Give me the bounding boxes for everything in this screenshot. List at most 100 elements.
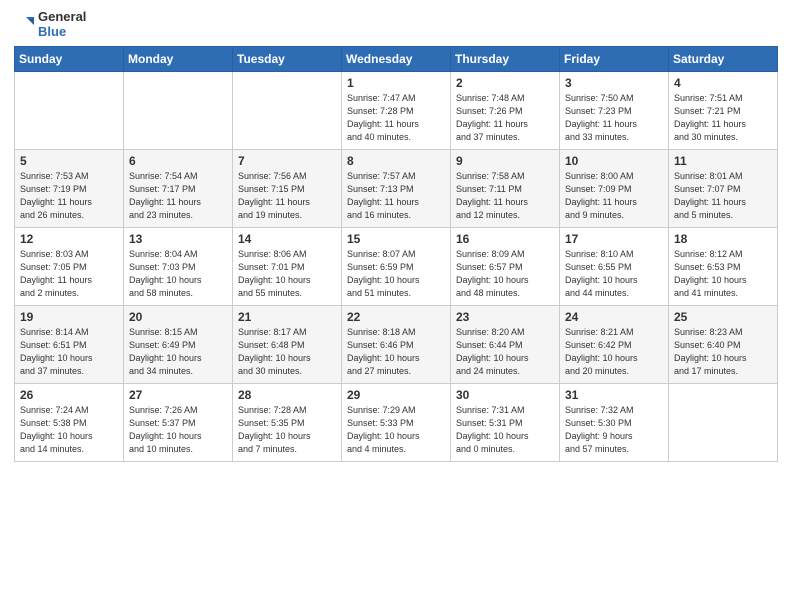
day-cell: 27Sunrise: 7:26 AM Sunset: 5:37 PM Dayli… [124,383,233,461]
day-cell: 28Sunrise: 7:28 AM Sunset: 5:35 PM Dayli… [233,383,342,461]
day-info: Sunrise: 8:07 AM Sunset: 6:59 PM Dayligh… [347,248,445,300]
day-info: Sunrise: 7:53 AM Sunset: 7:19 PM Dayligh… [20,170,118,222]
day-cell: 10 Sunrise: 8:00 AM Sunset: 7:09 PM Dayli… [560,149,669,227]
day-info: Sunrise: 7:28 AM Sunset: 5:35 PM Dayligh… [238,404,336,456]
day-cell: 1 Sunrise: 7:47 AM Sunset: 7:28 PM Daylig… [342,71,451,149]
day-number: 16 [456,232,554,246]
day-number: 10 [565,154,663,168]
day-number: 13 [129,232,227,246]
day-cell: 2 Sunrise: 7:48 AM Sunset: 7:26 PM Daylig… [451,71,560,149]
day-number: 29 [347,388,445,402]
logo-blue: Blue [38,25,86,40]
weekday-monday: Monday [124,46,233,71]
week-row-2: 5 Sunrise: 7:53 AM Sunset: 7:19 PM Daylig… [15,149,778,227]
day-info: Sunrise: 8:20 AM Sunset: 6:44 PM Dayligh… [456,326,554,378]
day-number: 31 [565,388,663,402]
day-cell: 5 Sunrise: 7:53 AM Sunset: 7:19 PM Daylig… [15,149,124,227]
day-number: 7 [238,154,336,168]
day-info: Sunrise: 8:17 AM Sunset: 6:48 PM Dayligh… [238,326,336,378]
day-number: 30 [456,388,554,402]
day-cell [233,71,342,149]
day-info: Sunrise: 7:32 AM Sunset: 5:30 PM Dayligh… [565,404,663,456]
day-cell: 24 Sunrise: 8:21 AM Sunset: 6:42 PM Dayli… [560,305,669,383]
day-info: Sunrise: 8:06 AM Sunset: 7:01 PM Dayligh… [238,248,336,300]
logo-text: General Blue [38,10,86,40]
day-number: 2 [456,76,554,90]
day-number: 23 [456,310,554,324]
day-cell: 29 Sunrise: 7:29 AM Sunset: 5:33 PM Dayli… [342,383,451,461]
day-number: 12 [20,232,118,246]
day-info: Sunrise: 7:51 AM Sunset: 7:21 PM Dayligh… [674,92,772,144]
day-cell: 25Sunrise: 8:23 AM Sunset: 6:40 PM Dayli… [669,305,778,383]
week-row-4: 19 Sunrise: 8:14 AM Sunset: 6:51 PM Dayli… [15,305,778,383]
day-number: 21 [238,310,336,324]
day-cell: 23 Sunrise: 8:20 AM Sunset: 6:44 PM Dayli… [451,305,560,383]
day-info: Sunrise: 7:47 AM Sunset: 7:28 PM Dayligh… [347,92,445,144]
page-header: General Blue [14,10,778,40]
day-info: Sunrise: 8:00 AM Sunset: 7:09 PM Dayligh… [565,170,663,222]
week-row-3: 12 Sunrise: 8:03 AM Sunset: 7:05 PM Dayli… [15,227,778,305]
day-info: Sunrise: 8:14 AM Sunset: 6:51 PM Dayligh… [20,326,118,378]
weekday-sunday: Sunday [15,46,124,71]
day-number: 8 [347,154,445,168]
weekday-saturday: Saturday [669,46,778,71]
day-cell: 7 Sunrise: 7:56 AM Sunset: 7:15 PM Daylig… [233,149,342,227]
day-cell: 9 Sunrise: 7:58 AM Sunset: 7:11 PM Daylig… [451,149,560,227]
day-info: Sunrise: 8:09 AM Sunset: 6:57 PM Dayligh… [456,248,554,300]
day-number: 9 [456,154,554,168]
day-info: Sunrise: 7:31 AM Sunset: 5:31 PM Dayligh… [456,404,554,456]
day-info: Sunrise: 8:21 AM Sunset: 6:42 PM Dayligh… [565,326,663,378]
day-number: 1 [347,76,445,90]
day-info: Sunrise: 7:58 AM Sunset: 7:11 PM Dayligh… [456,170,554,222]
week-row-1: 1 Sunrise: 7:47 AM Sunset: 7:28 PM Daylig… [15,71,778,149]
day-number: 25 [674,310,772,324]
day-info: Sunrise: 8:15 AM Sunset: 6:49 PM Dayligh… [129,326,227,378]
day-cell: 13 Sunrise: 8:04 AM Sunset: 7:03 PM Dayli… [124,227,233,305]
day-cell: 14 Sunrise: 8:06 AM Sunset: 7:01 PM Dayli… [233,227,342,305]
day-cell [669,383,778,461]
calendar-table: SundayMondayTuesdayWednesdayThursdayFrid… [14,46,778,462]
day-info: Sunrise: 7:56 AM Sunset: 7:15 PM Dayligh… [238,170,336,222]
day-cell: 18Sunrise: 8:12 AM Sunset: 6:53 PM Dayli… [669,227,778,305]
day-cell: 21 Sunrise: 8:17 AM Sunset: 6:48 PM Dayli… [233,305,342,383]
day-cell: 22 Sunrise: 8:18 AM Sunset: 6:46 PM Dayli… [342,305,451,383]
day-info: Sunrise: 8:12 AM Sunset: 6:53 PM Dayligh… [674,248,772,300]
day-info: Sunrise: 7:48 AM Sunset: 7:26 PM Dayligh… [456,92,554,144]
calendar-body: 1 Sunrise: 7:47 AM Sunset: 7:28 PM Daylig… [15,71,778,461]
weekday-header-row: SundayMondayTuesdayWednesdayThursdayFrid… [15,46,778,71]
weekday-friday: Friday [560,46,669,71]
day-cell: 26 Sunrise: 7:24 AM Sunset: 5:38 PM Dayli… [15,383,124,461]
day-cell [124,71,233,149]
day-number: 22 [347,310,445,324]
day-info: Sunrise: 7:57 AM Sunset: 7:13 PM Dayligh… [347,170,445,222]
day-cell: 3 Sunrise: 7:50 AM Sunset: 7:23 PM Daylig… [560,71,669,149]
day-cell: 20 Sunrise: 8:15 AM Sunset: 6:49 PM Dayli… [124,305,233,383]
logo: General Blue [14,10,86,40]
day-number: 5 [20,154,118,168]
day-info: Sunrise: 7:24 AM Sunset: 5:38 PM Dayligh… [20,404,118,456]
day-info: Sunrise: 7:29 AM Sunset: 5:33 PM Dayligh… [347,404,445,456]
day-info: Sunrise: 7:50 AM Sunset: 7:23 PM Dayligh… [565,92,663,144]
day-info: Sunrise: 7:54 AM Sunset: 7:17 PM Dayligh… [129,170,227,222]
day-cell: 8 Sunrise: 7:57 AM Sunset: 7:13 PM Daylig… [342,149,451,227]
weekday-thursday: Thursday [451,46,560,71]
day-info: Sunrise: 8:18 AM Sunset: 6:46 PM Dayligh… [347,326,445,378]
day-number: 3 [565,76,663,90]
day-number: 26 [20,388,118,402]
day-info: Sunrise: 7:26 AM Sunset: 5:37 PM Dayligh… [129,404,227,456]
day-number: 20 [129,310,227,324]
day-cell: 4Sunrise: 7:51 AM Sunset: 7:21 PM Daylig… [669,71,778,149]
day-cell: 19 Sunrise: 8:14 AM Sunset: 6:51 PM Dayli… [15,305,124,383]
day-number: 19 [20,310,118,324]
logo-icon [14,15,34,35]
day-cell: 16 Sunrise: 8:09 AM Sunset: 6:57 PM Dayli… [451,227,560,305]
day-number: 14 [238,232,336,246]
logo-general: General [38,10,86,25]
day-cell: 11Sunrise: 8:01 AM Sunset: 7:07 PM Dayli… [669,149,778,227]
day-cell: 12 Sunrise: 8:03 AM Sunset: 7:05 PM Dayli… [15,227,124,305]
day-info: Sunrise: 8:04 AM Sunset: 7:03 PM Dayligh… [129,248,227,300]
day-cell: 6Sunrise: 7:54 AM Sunset: 7:17 PM Daylig… [124,149,233,227]
day-number: 17 [565,232,663,246]
day-number: 24 [565,310,663,324]
day-info: Sunrise: 8:03 AM Sunset: 7:05 PM Dayligh… [20,248,118,300]
